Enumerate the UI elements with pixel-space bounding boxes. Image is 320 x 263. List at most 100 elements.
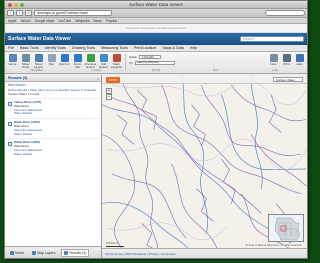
tab-label: Results (3) — [69, 250, 87, 255]
result-link[interactable]: Water Details — [14, 152, 42, 157]
close-panel-icon[interactable]: × — [97, 76, 99, 81]
mark-location-button[interactable]: Mark Location — [111, 54, 122, 69]
app-title: Surface Water Data Viewer — [8, 36, 72, 42]
coord-system-select[interactable]: Lat/Long (degrees) — [135, 60, 176, 65]
home-icon — [8, 54, 17, 62]
zoom-out-icon — [73, 54, 82, 62]
ribbon-button-label: Home — [8, 62, 17, 66]
bookmark-item[interactable]: News — [94, 19, 102, 23]
url-toolbar: ‹ › + dnrmaps.wi.gov/sl/?viewer=swdv — [5, 9, 307, 18]
menu-item-identify-tools[interactable]: Identify Tools — [45, 46, 66, 50]
menu-item-basic-tools[interactable]: Basic Tools — [20, 46, 39, 50]
menu-item-maps-data[interactable]: Maps & Data — [162, 46, 183, 50]
coord-label: XY — [129, 60, 134, 65]
result-text: White River (1325) Watershed About the Wat… — [14, 140, 42, 157]
menu-item-print-location[interactable]: Print/Location — [134, 46, 157, 50]
scale-group: Scale: 1:443,000 XY Lat/Long (degrees) — [129, 54, 189, 66]
map-copyright: (c) Dept of Natural Resources. All right… — [243, 244, 303, 247]
ribbon-group-label: Help — [272, 69, 278, 72]
page-banner: Wisconsin Department of Natural Resource… — [5, 24, 307, 33]
bookmark-item[interactable]: Google Maps — [35, 19, 55, 23]
window-title: Surface Water Data Viewer — [128, 2, 184, 7]
ribbon-button-label: Print — [283, 62, 290, 66]
map-area[interactable]: Draw Surface Water + − 0 5 10 mi (c) Dep… — [102, 75, 307, 258]
panel-tabs: Notes Map Layers Results (3) — [5, 246, 101, 258]
ribbon-group-label: Identify — [151, 69, 161, 72]
bookmark-item[interactable]: Yahoo! — [20, 19, 30, 23]
show-tools-button[interactable]: Show Tools — [20, 54, 31, 69]
menu-item-measuring-tools[interactable]: Measuring Tools — [101, 46, 128, 50]
zoom-control: + − — [106, 88, 112, 100]
result-item[interactable]: Yellow River (1373) Watershed About the Wa… — [5, 98, 101, 118]
zoom-in-icon — [60, 54, 69, 62]
result-marker-icon — [8, 102, 12, 106]
zoom-out-button[interactable]: − — [106, 94, 112, 100]
scale-select[interactable]: 1:443,000 — [139, 55, 162, 59]
tab-icon — [64, 250, 69, 255]
bookmark-item[interactable]: YouTube — [58, 19, 71, 23]
browser-search-field[interactable] — [265, 10, 305, 16]
ribbon-button-label: New — [270, 62, 277, 66]
scale-bar-label: 0 5 10 mi — [106, 241, 118, 245]
help-button[interactable]: Help — [294, 54, 305, 66]
forward-icon[interactable]: › — [16, 10, 23, 16]
home-button[interactable]: Home — [7, 54, 18, 69]
ribbon-group-label: Print — [212, 69, 219, 72]
zoom-in-button[interactable]: Zoom In — [59, 54, 70, 69]
back-icon[interactable]: ‹ — [7, 10, 14, 16]
globe-icon — [99, 54, 108, 62]
url-field[interactable]: dnrmaps.wi.gov/sl/?viewer=swdv — [34, 10, 112, 16]
new-icon — [269, 54, 278, 62]
tab-map-layers[interactable]: Map Layers — [30, 250, 57, 256]
window-title-bar: Surface Water Data Viewer — [5, 1, 307, 9]
results-panel-title: Results (3) — [5, 75, 101, 82]
layer-select[interactable]: Surface Water — [273, 77, 303, 82]
result-marker-icon — [8, 122, 12, 127]
result-link[interactable]: Water Details — [14, 112, 42, 116]
ribbon-group-label: Navigation — [30, 69, 43, 72]
main-content: Results (3) × New Search Refine Results … — [5, 75, 307, 258]
tab-results[interactable]: Results (3) — [61, 248, 90, 257]
ribbon-button-label: Pan — [48, 62, 55, 66]
app-header: Surface Water Data Viewer Search — [5, 33, 307, 45]
bookmark-item[interactable]: Popular — [106, 19, 117, 23]
layers-icon — [34, 54, 43, 62]
tab-icon — [10, 250, 14, 255]
tools-icon — [21, 54, 30, 62]
map-toolbar: Draw Surface Water — [102, 75, 307, 84]
help-icon — [295, 54, 304, 62]
wisconsin-locator-icon — [269, 215, 303, 241]
menu-item-drawing-tools[interactable]: Drawing Tools — [72, 46, 95, 50]
previous-extent-button[interactable]: Previous Extent — [85, 54, 96, 69]
result-link[interactable]: Water Details — [14, 132, 42, 137]
tab-icon — [32, 250, 37, 255]
zoom-out-button[interactable]: Zoom Out — [72, 54, 83, 69]
add-bookmark-icon[interactable]: + — [25, 10, 32, 16]
result-item[interactable]: White River (1325) Watershed About the Wat… — [5, 138, 101, 158]
menu-item-file[interactable]: File — [8, 46, 14, 50]
result-item[interactable]: Black River (1252) Watershed About the Wat… — [5, 118, 101, 138]
bookmark-item[interactable]: Wikipedia — [75, 19, 89, 23]
tab-notes[interactable]: Notes — [8, 250, 26, 256]
browser-window: Surface Water Data Viewer ‹ › + dnrmaps.… — [4, 0, 308, 259]
map-footer-links[interactable]: Terms of Use | DNR Disclaimer | Privacy … — [102, 248, 307, 258]
result-text: Black River (1252) Watershed About the Wat… — [14, 120, 42, 137]
show-layers-button[interactable]: Show Layers — [33, 54, 44, 69]
draw-button[interactable]: Draw — [106, 77, 120, 83]
ribbon-toolbar: Home Show Tools Show Layers Pan Zoom In Zoom … — [5, 52, 307, 74]
menu-bar: File Basic Tools Identify Tools Drawing Too… — [5, 45, 307, 52]
print-icon — [282, 54, 291, 62]
full-extent-button[interactable]: Full Extent — [98, 54, 109, 69]
pan-button[interactable]: Pan — [46, 54, 57, 69]
print-button[interactable]: Print — [281, 54, 292, 66]
bookmark-item[interactable]: Apple — [8, 19, 16, 23]
new-button[interactable]: New — [268, 54, 279, 66]
ribbon-group-labels: Navigation Location Identify Print Help — [7, 69, 305, 72]
tab-label: Notes — [15, 250, 25, 255]
menu-item-help[interactable]: Help — [190, 46, 198, 50]
scale-bar: 0 5 10 mi — [106, 241, 124, 247]
ribbon-separator — [125, 54, 126, 70]
app-search-input[interactable]: Search — [240, 36, 304, 42]
overview-map[interactable] — [268, 214, 304, 242]
pin-icon — [112, 54, 121, 62]
